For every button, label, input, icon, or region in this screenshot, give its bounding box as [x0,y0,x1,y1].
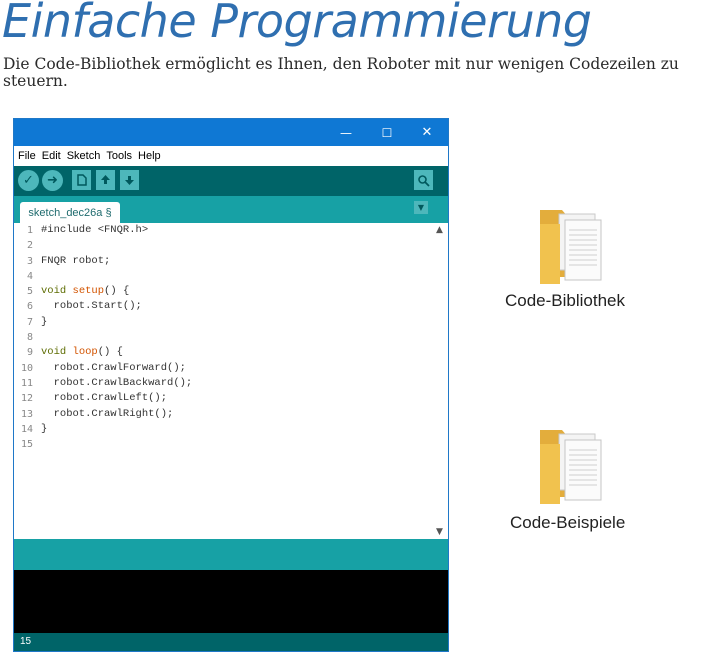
line-number: 8 [26,332,33,344]
menu-bar: File Edit Sketch Tools Help [14,146,448,166]
line-number: 10 [20,362,33,374]
line-number: 7 [26,316,33,328]
save-icon[interactable] [120,170,139,190]
upload-icon[interactable]: ➜ [42,170,63,191]
new-icon[interactable] [72,170,91,190]
folder-label-code-examples: Code-Beispiele [510,513,626,532]
line-number: 11 [20,377,33,389]
toolbar: ✓ ➜ [14,166,448,196]
folder-icon[interactable] [537,204,607,284]
menu-file[interactable]: File [18,150,36,162]
maximize-button[interactable]: ☐ [365,119,409,146]
serial-monitor-icon[interactable] [414,170,433,190]
line-number: 1 [26,225,33,236]
line-number: 13 [20,408,33,420]
code-line: FNQR robot; [41,254,111,267]
tab-menu-icon[interactable]: ▼ [414,201,428,214]
status-bar [14,539,448,570]
minimize-button[interactable]: — [324,119,368,146]
line-status: 15 [14,633,448,651]
console-output [14,570,448,633]
folder-label-code-library: Code-Bibliothek [505,291,626,310]
tab-sketch[interactable]: sketch_dec26a § [20,202,120,223]
menu-tools[interactable]: Tools [106,150,132,162]
open-icon[interactable] [96,170,115,190]
line-number: 14 [20,423,33,435]
code-line: } [41,422,48,435]
line-number: 5 [26,286,33,298]
line-number-gutter: 1 2 3 4 5 6 7 8 9 10 11 12 13 14 15 [14,223,36,539]
code-line: robot.Start(); [41,300,142,313]
code-line: #include <FNQR.h> [41,224,149,236]
scroll-down-icon[interactable]: ▼ [436,527,443,537]
menu-sketch[interactable]: Sketch [67,150,101,162]
line-number: 6 [26,301,33,313]
code-line: robot.CrawlLeft(); [41,392,168,405]
folder-icon[interactable] [537,424,607,504]
code-line: robot.CrawlForward(); [41,361,186,374]
code-line: robot.CrawlBackward(); [41,376,193,389]
line-number: 2 [26,240,33,252]
code-editor[interactable]: 1 2 3 4 5 6 7 8 9 10 11 12 13 14 15 #inc… [14,223,448,539]
code-line: robot.CrawlRight(); [41,407,174,420]
verify-icon[interactable]: ✓ [18,170,39,191]
arduino-ide-window: — ☐ ✕ File Edit Sketch Tools Help ✓ ➜ sk… [13,118,449,652]
menu-edit[interactable]: Edit [42,150,61,162]
code-line: void setup() { [41,285,130,298]
line-number: 9 [26,347,33,359]
line-number: 3 [26,255,33,267]
close-button[interactable]: ✕ [405,119,448,146]
code-line: void loop() { [41,346,123,359]
subtitle: Die Code-Bibliothek ermöglicht es Ihnen,… [3,55,679,90]
code-line: } [41,315,48,328]
headline: Einfache Programmierung [2,0,592,48]
tab-strip: sketch_dec26a § ▼ [14,196,448,223]
title-bar: — ☐ ✕ [14,119,448,146]
menu-help[interactable]: Help [138,150,161,162]
scroll-up-icon[interactable]: ▲ [436,225,443,235]
vertical-scrollbar[interactable]: ▲ ▼ [433,223,448,539]
line-number: 4 [26,270,33,282]
line-number: 15 [20,439,33,451]
code-area[interactable]: #include <FNQR.h> FNQR robot; void setup… [41,223,431,452]
line-number: 12 [20,393,33,405]
